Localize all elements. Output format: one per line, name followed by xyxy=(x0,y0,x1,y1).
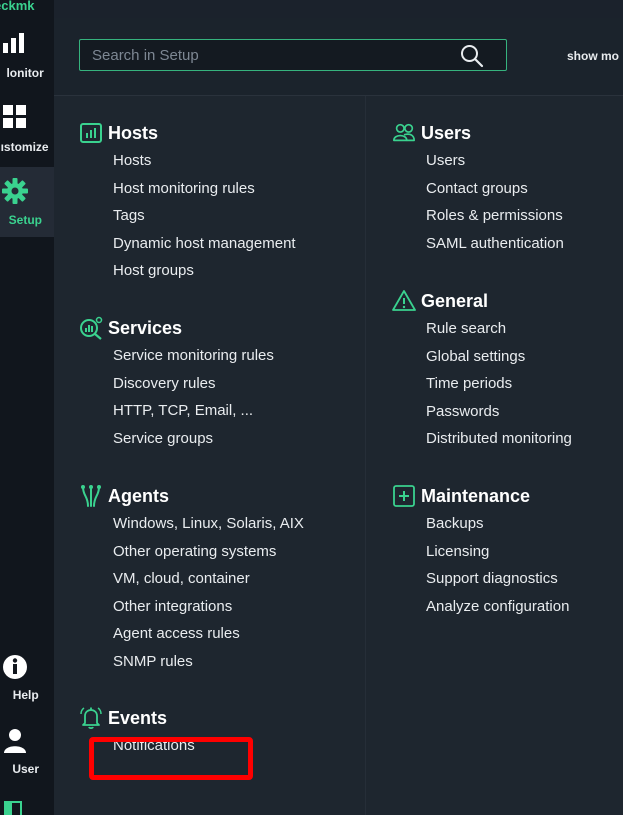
link-users[interactable]: Users xyxy=(426,151,564,179)
search-area: show mo xyxy=(54,18,623,96)
link-snmp-rules[interactable]: SNMP rules xyxy=(113,652,304,680)
link-distributed-monitoring[interactable]: Distributed monitoring xyxy=(426,429,572,457)
link-tags[interactable]: Tags xyxy=(113,206,296,234)
search-icon[interactable] xyxy=(459,43,485,69)
link-hosts[interactable]: Hosts xyxy=(113,151,296,179)
setup-main-panel: show mo Hosts Hosts Host monitoring rule… xyxy=(54,0,623,815)
nav-monitor-label: lonitor xyxy=(6,66,44,80)
section-title-services: Services xyxy=(108,318,183,338)
link-backups[interactable]: Backups xyxy=(426,514,569,542)
section-title-general: General xyxy=(421,291,489,311)
link-dynamic-host-management[interactable]: Dynamic host management xyxy=(113,234,296,262)
grid-icon xyxy=(3,105,26,128)
sidebar-toggle-icon[interactable] xyxy=(4,801,22,815)
nav-customize[interactable]: ıstomize xyxy=(0,100,54,160)
search-input[interactable] xyxy=(79,39,507,71)
bell-icon xyxy=(80,707,102,730)
link-other-operating-systems[interactable]: Other operating systems xyxy=(113,542,304,570)
link-host-monitoring-rules[interactable]: Host monitoring rules xyxy=(113,179,296,207)
nav-customize-label: ıstomize xyxy=(0,140,49,154)
link-saml-authentication[interactable]: SAML authentication xyxy=(426,234,564,262)
link-rule-search[interactable]: Rule search xyxy=(426,319,572,347)
nav-help[interactable]: Help xyxy=(0,652,54,712)
section-title-agents: Agents xyxy=(108,486,170,506)
link-other-integrations[interactable]: Other integrations xyxy=(113,597,304,625)
plus-box-icon xyxy=(393,485,415,507)
link-analyze-configuration[interactable]: Analyze configuration xyxy=(426,597,569,625)
nav-setup[interactable]: Setup xyxy=(0,167,54,237)
gear-icon xyxy=(2,178,28,204)
link-windows-linux-solaris-aix[interactable]: Windows, Linux, Solaris, AIX xyxy=(113,514,304,542)
show-more-link[interactable]: show mo xyxy=(567,49,619,63)
users-icon xyxy=(393,123,415,142)
link-agent-access-rules[interactable]: Agent access rules xyxy=(113,624,304,652)
link-support-diagnostics[interactable]: Support diagnostics xyxy=(426,569,569,597)
link-host-groups[interactable]: Host groups xyxy=(113,261,296,289)
link-global-settings[interactable]: Global settings xyxy=(426,347,572,375)
nav-setup-label: Setup xyxy=(8,213,43,227)
link-vm-cloud-container[interactable]: VM, cloud, container xyxy=(113,569,304,597)
warning-icon xyxy=(392,290,416,311)
nav-user-label: User xyxy=(12,762,40,776)
nav-monitor[interactable]: lonitor xyxy=(0,28,54,88)
info-icon xyxy=(3,655,27,679)
left-navigation: eckmk lonitor ıstomize xyxy=(0,0,54,815)
link-time-periods[interactable]: Time periods xyxy=(426,374,572,402)
link-discovery-rules[interactable]: Discovery rules xyxy=(113,374,274,402)
services-icon xyxy=(80,316,103,340)
section-title-maintenance: Maintenance xyxy=(421,486,531,506)
link-passwords[interactable]: Passwords xyxy=(426,402,572,430)
nav-user[interactable]: User xyxy=(0,726,54,786)
user-icon xyxy=(4,729,26,753)
column-divider xyxy=(365,96,366,815)
brand-logo-text: eckmk xyxy=(0,0,35,13)
link-service-monitoring-rules[interactable]: Service monitoring rules xyxy=(113,346,274,374)
hosts-icon xyxy=(80,123,102,143)
monitor-icon xyxy=(3,33,24,53)
link-contact-groups[interactable]: Contact groups xyxy=(426,179,564,207)
link-notifications[interactable]: Notifications xyxy=(113,736,195,764)
section-title-users: Users xyxy=(421,123,472,143)
link-http-tcp-email[interactable]: HTTP, TCP, Email, ... xyxy=(113,401,274,429)
agents-icon xyxy=(81,485,101,507)
link-licensing[interactable]: Licensing xyxy=(426,542,569,570)
link-service-groups[interactable]: Service groups xyxy=(113,429,274,457)
link-roles-permissions[interactable]: Roles & permissions xyxy=(426,206,564,234)
top-strip xyxy=(54,0,623,18)
nav-help-label: Help xyxy=(12,688,39,702)
section-title-hosts: Hosts xyxy=(108,123,159,143)
section-title-events: Events xyxy=(108,708,168,728)
